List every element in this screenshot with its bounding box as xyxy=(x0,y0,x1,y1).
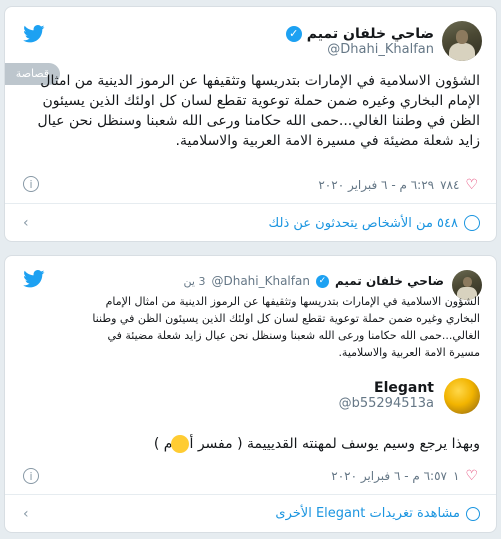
reply-text-row: وبهذا يرجع وسيم يوسف لمهنته القديييمة ( … xyxy=(154,434,480,454)
author-name[interactable]: ضاحي خلفان تميم xyxy=(335,274,444,288)
verified-badge-icon: ✓ xyxy=(315,274,329,288)
tweet-card-2[interactable]: ضاحي خلفان تميم ✓ @Dhahi_Khalfan 3 ين ال… xyxy=(4,255,497,533)
divider xyxy=(5,203,496,204)
quoted-tweet-text: الشؤون الاسلامية في الإمارات بتدريسها وت… xyxy=(92,295,480,359)
avatar[interactable] xyxy=(442,21,482,61)
info-icon[interactable]: i xyxy=(23,468,39,484)
tweet-age[interactable]: 3 ين xyxy=(184,275,206,288)
chevron-icon[interactable]: ‹ xyxy=(23,506,29,522)
like-count: ٧٨٤ xyxy=(440,178,460,192)
divider xyxy=(5,494,496,495)
more-tweets-link[interactable]: مشاهدة تغريدات Elegant الأخرى xyxy=(275,506,480,521)
laughing-emoji-icon xyxy=(171,435,189,453)
avatar[interactable] xyxy=(444,378,480,414)
more-tweets-label: مشاهدة تغريدات Elegant الأخرى xyxy=(275,506,460,521)
tweet-text: الشؤون الاسلامية في الإمارات بتدريسها وت… xyxy=(37,73,481,149)
tweet-card-1[interactable]: قصاصة مسا ضاحي خلفان تميم ✓ @Dhahi_Khalf… xyxy=(4,6,497,242)
people-talking-label: ٥٤٨ من الأشخاص يتحدثون عن ذلك xyxy=(268,215,458,231)
quoted-author-row[interactable]: ضاحي خلفان تميم ✓ @Dhahi_Khalfan 3 ين xyxy=(184,274,444,288)
info-icon[interactable]: i xyxy=(23,176,39,192)
author-handle[interactable]: @Dhahi_Khalfan xyxy=(211,274,309,288)
reply-author-block[interactable]: Elegant @b55294513a xyxy=(339,380,434,411)
twitter-bird-icon[interactable] xyxy=(23,25,45,43)
reply-author-handle[interactable]: @b55294513a xyxy=(339,396,434,411)
like-count: ١ xyxy=(452,469,460,483)
timestamp[interactable]: ٦:٥٧ م - ٦ فبراير ٢٠٢٠ xyxy=(331,469,447,483)
heart-icon[interactable]: ♡ xyxy=(465,468,478,484)
profile-icon xyxy=(466,506,480,521)
chat-icon xyxy=(464,215,480,231)
author-name[interactable]: ضاحي خلفان تميم xyxy=(307,26,434,42)
twitter-bird-icon[interactable] xyxy=(23,270,45,288)
verified-badge-icon: ✓ xyxy=(285,25,302,42)
timestamp[interactable]: ٦:٢٩ م - ٦ فبراير ٢٠٢٠ xyxy=(318,178,434,192)
reply-author-name[interactable]: Elegant xyxy=(339,380,434,396)
chevron-icon[interactable]: ‹ xyxy=(23,215,29,231)
reply-text: وبهذا يرجع وسيم يوسف لمهنته القديييمة ( … xyxy=(153,436,480,452)
people-talking-link[interactable]: ٥٤٨ من الأشخاص يتحدثون عن ذلك xyxy=(269,215,480,231)
heart-icon[interactable]: ♡ xyxy=(465,177,478,193)
author-block[interactable]: ضاحي خلفان تميم ✓ @Dhahi_Khalfan xyxy=(285,23,434,57)
author-handle[interactable]: @Dhahi_Khalfan xyxy=(286,42,434,57)
